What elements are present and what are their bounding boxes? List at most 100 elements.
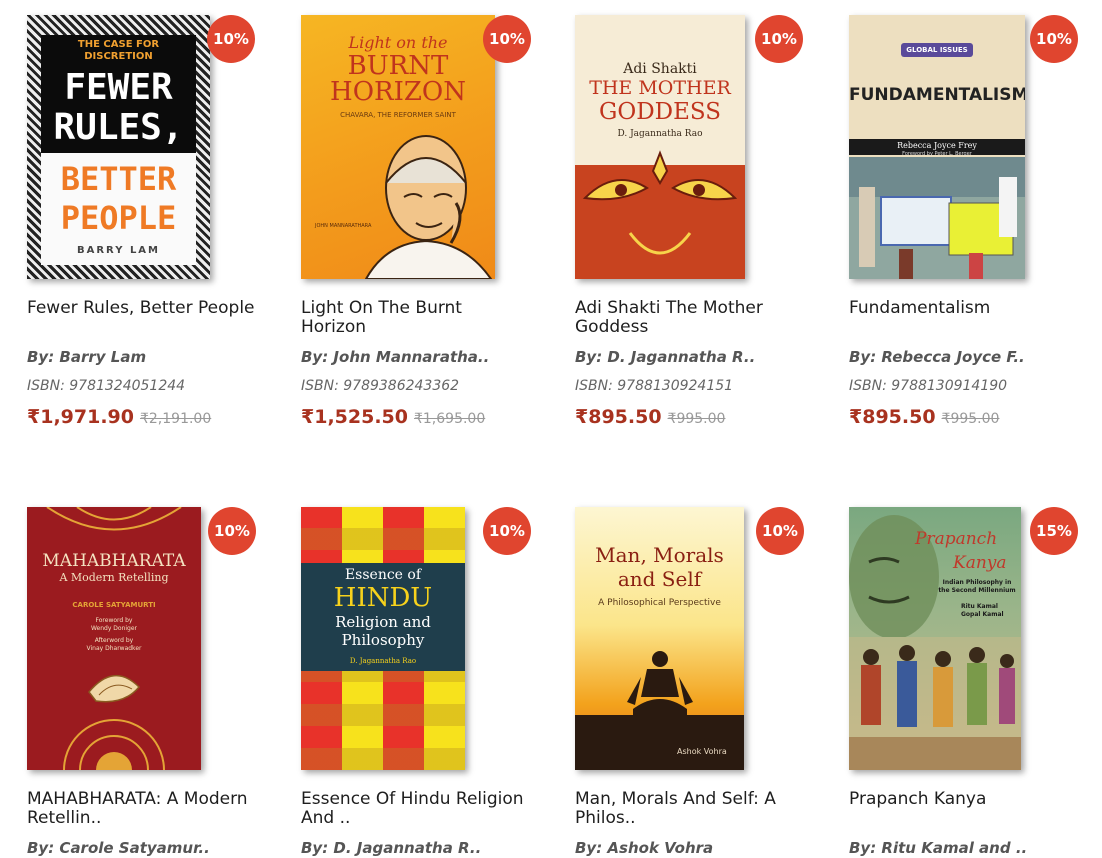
sale-price: ₹895.50	[575, 406, 662, 428]
discount-badge: 10%	[483, 15, 531, 63]
product-title-line: Fewer Rules, Better People	[27, 298, 255, 318]
discount-badge: 10%	[756, 507, 804, 555]
cover-title-line: FUNDAMENTALISM	[849, 85, 1025, 105]
book-cover[interactable]: GLOBAL ISSUES FUNDAMENTALISM Rebecca Joy…	[849, 15, 1025, 279]
product-author[interactable]: By: Rebecca Joyce F..	[849, 348, 1025, 366]
product-title-line: Light On The Burnt	[301, 298, 462, 318]
portrait-illustration	[364, 135, 493, 279]
original-price: ₹2,191.00	[139, 411, 212, 427]
original-price: ₹1,695.00	[413, 411, 486, 427]
cover-title-line: MAHABHARATA	[42, 551, 186, 571]
product-title-line: Adi Shakti The Mother	[575, 298, 763, 318]
cover-title-line: Man, Morals	[595, 543, 724, 567]
cover-subtitle: Indian Philosophy in the Second Millenni…	[938, 579, 1016, 594]
product-isbn: ISBN: 9788130914190	[849, 378, 1008, 394]
cover-top-text: THE CASE FOR DISCRETION	[77, 39, 160, 62]
cover-author: Gopal Kamal	[961, 611, 1004, 618]
series-label: GLOBAL ISSUES	[901, 43, 973, 57]
product-title[interactable]: Fundamentalism	[849, 299, 1099, 318]
sale-price: ₹895.50	[849, 406, 936, 428]
cover-ornament	[63, 719, 165, 770]
cover-title-line: Adi Shakti	[623, 61, 697, 77]
discount-badge: 10%	[208, 507, 256, 555]
conch-shell-icon	[88, 674, 141, 703]
product-title[interactable]: Essence Of Hindu Religion And ..	[301, 790, 551, 828]
cover-author: D. Jagannatha Rao	[617, 129, 703, 139]
cover-title-line: RULES,	[53, 107, 184, 148]
cover-title-line: HORIZON	[330, 77, 466, 107]
product-title-line: Retellin..	[27, 808, 102, 828]
discount-badge: 15%	[1030, 507, 1078, 555]
product-title-line: Prapanch Kanya	[849, 789, 987, 809]
product-grid: THE CASE FOR DISCRETION FEWER RULES, BET…	[0, 0, 1102, 858]
sale-price: ₹1,525.50	[301, 406, 408, 428]
discount-badge: 10%	[1030, 15, 1078, 63]
product-author[interactable]: By: D. Jagannatha R..	[301, 839, 481, 857]
product-title-line: Goddess	[575, 317, 649, 337]
cover-subtitle: CHAVARA, THE REFORMER SAINT	[340, 111, 456, 119]
product-author[interactable]: By: Ritu Kamal and ..	[849, 839, 1027, 857]
cover-author: JOHN MANNARATHARA	[315, 223, 372, 229]
product-isbn: ISBN: 9781324051244	[27, 378, 186, 394]
discount-badge: 10%	[207, 15, 255, 63]
product-title-line: Fundamentalism	[849, 298, 991, 318]
cover-author: D. Jagannatha Rao	[349, 657, 417, 665]
product-title[interactable]: Prapanch Kanya	[849, 790, 1099, 809]
book-cover[interactable]: Man, Morals and Self A Philosophical Per…	[575, 507, 744, 770]
cover-author: BARRY LAM	[77, 245, 160, 256]
cover-credit: Wendy Doniger	[90, 625, 138, 632]
product-price: ₹895.50 ₹995.00	[575, 406, 725, 428]
product-title[interactable]: Man, Morals And Self: A Philos..	[575, 790, 825, 828]
product-title[interactable]: Adi Shakti The Mother Goddess	[575, 299, 825, 337]
cover-title-line: Prapanch	[915, 529, 998, 549]
cover-title-line: A Modern Retelling	[59, 571, 169, 584]
product-author[interactable]: By: D. Jagannatha R..	[575, 348, 755, 366]
product-title[interactable]: MAHABHARATA: A Modern Retellin..	[27, 790, 277, 828]
women-figures-illustration	[849, 637, 1021, 770]
cover-credit: Vinay Dharwadker	[86, 645, 142, 652]
book-cover[interactable]: MAHABHARATA A Modern Retelling CAROLE SA…	[27, 507, 201, 770]
cover-title-line: PEOPLE	[60, 199, 177, 237]
book-cover[interactable]: THE CASE FOR DISCRETION FEWER RULES, BET…	[27, 15, 210, 279]
cover-title-line: Religion and	[335, 613, 431, 631]
cover-author: Rebecca Joyce Frey	[897, 141, 977, 150]
cover-author: Ritu Kamal	[961, 603, 998, 610]
product-author[interactable]: By: Ashok Vohra	[575, 839, 713, 857]
product-author[interactable]: By: Barry Lam	[27, 348, 146, 366]
cover-ornament	[46, 507, 182, 531]
product-title-line: MAHABHARATA: A Modern	[27, 789, 248, 809]
discount-badge: 10%	[483, 507, 531, 555]
product-title-line: Horizon	[301, 317, 366, 337]
cover-title-line: THE MOTHER	[589, 77, 731, 99]
product-isbn: ISBN: 9789386243362	[301, 378, 460, 394]
product-title[interactable]: Fewer Rules, Better People	[27, 299, 277, 318]
cover-author: Ashok Vohra	[677, 747, 727, 756]
book-cover[interactable]: Adi Shakti THE MOTHER GODDESS D. Jaganna…	[575, 15, 745, 279]
protest-photo	[849, 157, 1025, 279]
cover-title-line: HINDU	[333, 583, 433, 613]
cover-title-line: Essence of	[344, 567, 422, 583]
original-price: ₹995.00	[667, 411, 726, 427]
cover-title-line: FEWER	[64, 67, 173, 108]
product-price: ₹895.50 ₹995.00	[849, 406, 999, 428]
cover-title-line: and Self	[617, 567, 702, 591]
product-title-line: Philos..	[575, 808, 636, 828]
product-title-line: Man, Morals And Self: A	[575, 789, 776, 809]
book-cover[interactable]: Prapanch Kanya Indian Philosophy in the …	[849, 507, 1021, 770]
original-price: ₹995.00	[941, 411, 1000, 427]
sale-price: ₹1,971.90	[27, 406, 134, 428]
cover-subtitle: A Philosophical Perspective	[598, 598, 721, 608]
cover-title-line: Light on the	[348, 33, 448, 52]
discount-badge: 10%	[755, 15, 803, 63]
book-cover[interactable]: Light on the BURNT HORIZON CHAVARA, THE …	[301, 15, 495, 279]
book-cover[interactable]: Essence of HINDU Religion and Philosophy…	[301, 507, 465, 770]
cover-author: CAROLE SATYAMURTI	[72, 601, 156, 609]
product-author[interactable]: By: Carole Satyamur..	[27, 839, 210, 857]
product-title[interactable]: Light On The Burnt Horizon	[301, 299, 551, 337]
product-price: ₹1,525.50 ₹1,695.00	[301, 406, 485, 428]
cover-credit: Foreword by	[95, 617, 133, 624]
cover-credit: Afterword by	[94, 637, 134, 644]
product-isbn: ISBN: 9788130924151	[575, 378, 734, 394]
product-author[interactable]: By: John Mannaratha..	[301, 348, 489, 366]
goddess-eyes-illustration	[582, 150, 738, 255]
